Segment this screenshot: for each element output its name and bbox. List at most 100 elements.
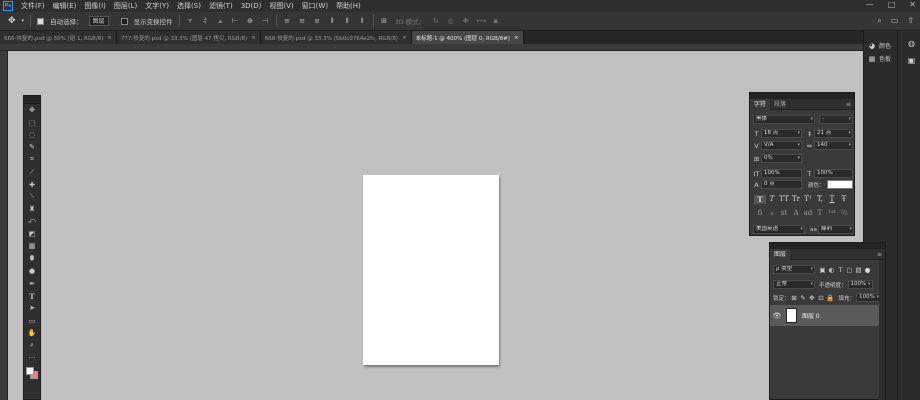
close-icon[interactable]: × [514, 35, 519, 41]
layer-name[interactable]: 图层 0 [802, 311, 820, 320]
lock-position-icon[interactable]: ✥ [808, 294, 817, 302]
panel-swatches-button[interactable]: ▦ 色板 [864, 52, 894, 65]
menu-select[interactable]: 选择(S) [177, 1, 201, 11]
distribute-vcenter-icon[interactable]: ≡ [298, 17, 307, 26]
fill-field[interactable]: 100% ▾ [856, 293, 882, 302]
zoom-tool-icon[interactable]: ⌕ [24, 339, 40, 351]
auto-align-icon[interactable]: ⊞ [380, 17, 389, 26]
crop-tool-icon[interactable]: ⌗ [24, 154, 40, 166]
3d-orbit-icon[interactable]: ↻ [431, 17, 440, 26]
panel-menu-icon[interactable]: ≡ [877, 251, 882, 258]
contextual-alternates-button[interactable]: ℴ [766, 209, 778, 217]
menu-type[interactable]: 文字(Y) [145, 1, 169, 11]
subscript-button[interactable]: T, [814, 195, 826, 204]
minimize-button[interactable]: — [866, 0, 874, 9]
lock-image-icon[interactable]: ✎ [799, 294, 808, 302]
titling-alternates-button[interactable]: T [814, 209, 826, 217]
baseline-shift-field[interactable]: 0 点 [761, 180, 802, 189]
menu-window[interactable]: 窗口(W) [302, 1, 328, 11]
panel-color-button[interactable]: ◕ 颜色 [864, 39, 894, 52]
lock-all-icon[interactable]: 🔒 [826, 294, 835, 302]
strikethrough-button[interactable]: Ŧ [838, 195, 850, 204]
3d-scale-icon[interactable]: ▪ [491, 17, 500, 26]
close-icon[interactable]: × [402, 35, 407, 41]
menu-file[interactable]: 文件(F) [21, 1, 45, 11]
align-left-icon[interactable]: ⊢ [231, 17, 240, 26]
3d-roll-icon[interactable]: ◎ [446, 17, 455, 26]
workspace-icon[interactable]: ▭ [891, 16, 899, 26]
align-vcenter-icon[interactable]: ⫩ [201, 17, 210, 26]
3d-pan-icon[interactable]: ✥ [461, 17, 470, 26]
healing-brush-tool-icon[interactable]: ✚ [24, 178, 40, 190]
distribute-top-icon[interactable]: ≡ [283, 17, 292, 26]
opacity-field[interactable]: 100% ▾ [847, 280, 873, 289]
share-icon[interactable]: ⇪ [907, 16, 914, 26]
layer-row[interactable]: 👁 图层 0 [770, 305, 881, 326]
dodge-tool-icon[interactable]: ● [24, 265, 40, 277]
eraser-tool-icon[interactable]: ◩ [24, 228, 40, 240]
tab-document-668[interactable]: 668-恢复的.psd @ 33.3% (5b0c0764e2fc, RGB/8… [260, 31, 412, 44]
history-brush-tool-icon[interactable]: ⤺ [24, 216, 40, 228]
ligatures-button[interactable]: fi [754, 209, 766, 217]
filter-toggle-icon[interactable]: ● [863, 266, 872, 274]
menu-view[interactable]: 视图(V) [269, 1, 293, 11]
filter-smart-object-icon[interactable]: ▤ [854, 266, 863, 274]
menu-help[interactable]: 帮助(H) [336, 1, 361, 11]
superscript-button[interactable]: T¹ [802, 195, 814, 204]
tab-layers[interactable]: 图层 [770, 248, 791, 260]
stylistic-alternates-button[interactable]: ad [802, 209, 814, 217]
menu-filter[interactable]: 滤镜(T) [209, 1, 233, 11]
path-select-tool-icon[interactable]: ➤ [24, 302, 40, 314]
text-color-swatch[interactable] [826, 180, 853, 189]
maximize-button[interactable]: □ [888, 0, 896, 9]
filter-shape-icon[interactable]: ▢ [845, 266, 854, 274]
eyedropper-tool-icon[interactable]: ⟋ [24, 166, 40, 178]
align-bottom-icon[interactable]: ⫨ [216, 17, 225, 26]
fractions-button[interactable]: ½ [838, 209, 850, 217]
vertical-scale-field[interactable]: 100% [761, 169, 802, 178]
panel-menu-icon[interactable]: ≡ [846, 101, 851, 108]
document-canvas[interactable] [363, 175, 499, 365]
underline-button[interactable]: T [826, 195, 838, 204]
tsume-field[interactable]: 0% ▾ [761, 154, 802, 163]
filter-type-icon[interactable]: T [836, 266, 845, 274]
tab-character[interactable]: 字符 [750, 98, 771, 110]
3d-slide-icon[interactable]: ⟷ [476, 17, 486, 26]
horizontal-scale-field[interactable]: 100% [814, 169, 853, 178]
align-right-icon[interactable]: ⊣ [261, 17, 270, 26]
close-icon[interactable]: × [107, 35, 112, 41]
menu-layer[interactable]: 图层(L) [114, 1, 137, 11]
small-caps-button[interactable]: Tr [790, 195, 802, 204]
tracking-field[interactable]: 140 ▾ [814, 141, 853, 150]
align-hcenter-icon[interactable]: ⊕ [246, 17, 255, 26]
show-transform-checkbox[interactable] [120, 17, 128, 25]
layer-filter-select[interactable]: ρ 类型 ▾ [773, 265, 815, 274]
tab-paragraph[interactable]: 段落 [770, 99, 790, 110]
swash-button[interactable]: A [790, 209, 802, 217]
shape-tool-icon[interactable]: ▭ [24, 315, 40, 327]
clone-stamp-tool-icon[interactable]: ♜ [24, 203, 40, 215]
chevron-down-icon[interactable]: ▾ [22, 18, 25, 24]
auto-select-dropdown[interactable]: 图层 [88, 16, 109, 26]
faux-italic-button[interactable]: T [766, 195, 778, 204]
lock-transparency-icon[interactable]: ⊠ [790, 294, 799, 302]
close-icon[interactable]: × [251, 35, 256, 41]
leading-field[interactable]: 21 点 ▾ [814, 129, 853, 138]
auto-select-checkbox[interactable] [37, 17, 45, 25]
lightbulb-icon[interactable]: ◍ [908, 39, 915, 48]
distribute-bottom-icon[interactable]: ≡ [313, 17, 322, 26]
antialias-select[interactable]: 犀利 ▾ [818, 225, 854, 234]
language-select[interactable]: 美国英语 ▾ [753, 225, 805, 234]
toolbar-grip[interactable] [24, 96, 40, 104]
lock-artboard-icon[interactable]: ⊡ [817, 294, 826, 302]
font-style-select[interactable]: - ▾ [819, 115, 853, 124]
blur-tool-icon[interactable]: ⬮ [24, 253, 40, 265]
close-button[interactable]: ✕ [909, 0, 916, 9]
quick-select-tool-icon[interactable]: ✎ [24, 141, 40, 153]
pen-tool-icon[interactable]: ✒ [24, 277, 40, 289]
faux-bold-button[interactable]: T [754, 195, 766, 204]
eye-icon[interactable]: 👁 [770, 312, 784, 320]
more-tools-icon[interactable]: ··· [24, 352, 40, 364]
vertical-ruler[interactable] [0, 51, 8, 400]
kerning-field[interactable]: V/A ▾ [761, 141, 802, 150]
